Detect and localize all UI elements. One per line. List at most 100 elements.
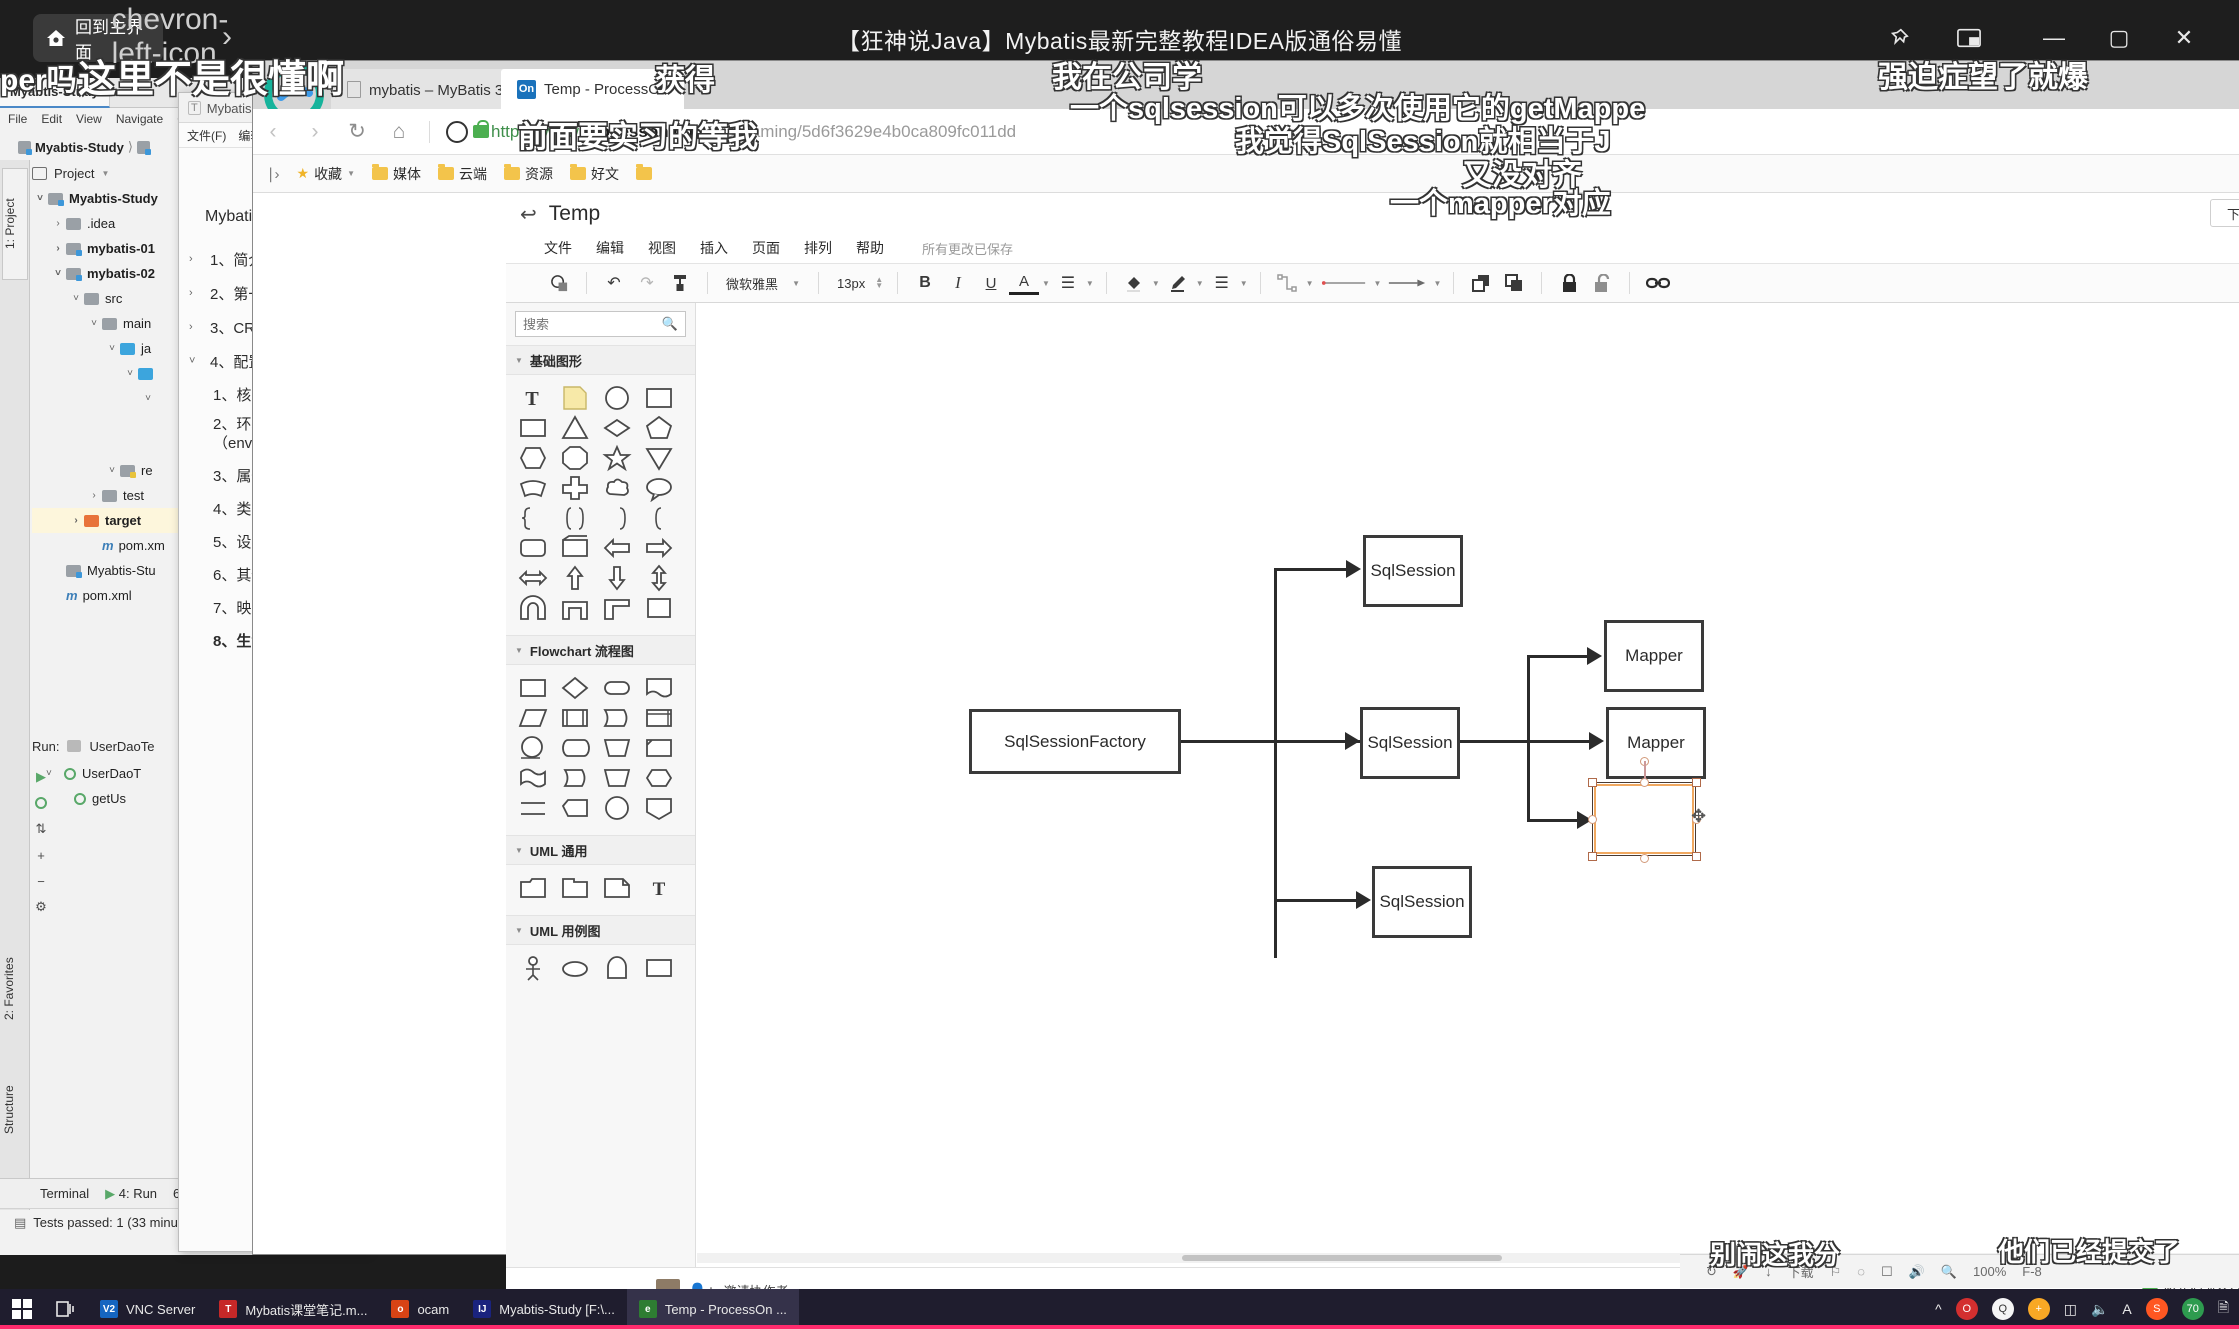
chevron-down-icon-conn[interactable]: ▼ — [1306, 279, 1314, 288]
diagram-node-factory[interactable]: SqlSessionFactory — [969, 709, 1181, 774]
diagram-node-mapper1[interactable]: Mapper — [1604, 620, 1704, 692]
zoom-level[interactable]: 100% — [1973, 1264, 2006, 1279]
shape-text2-icon[interactable]: T — [638, 873, 680, 903]
shape-rect2-icon[interactable] — [512, 413, 554, 443]
search-icon-status[interactable]: 🔍 — [1941, 1264, 1957, 1280]
bookmark-articles[interactable]: 好文 — [564, 161, 625, 187]
taskbar-item[interactable]: IJ Myabtis-Study [F:\... — [461, 1289, 627, 1329]
twisty-icon[interactable]: ˅ — [140, 393, 156, 404]
twisty-icon[interactable]: › — [50, 243, 66, 254]
notification-icon[interactable]: 🗎 — [2218, 1297, 2229, 1321]
back-arrow-icon[interactable]: ↩ — [520, 202, 537, 227]
taskbar-item[interactable]: e Temp - ProcessOn ... — [626, 1289, 799, 1329]
shape-note2-icon[interactable] — [596, 873, 638, 903]
task-view-icon[interactable] — [44, 1289, 88, 1329]
bookmark-extra[interactable] — [630, 164, 658, 183]
undo-icon[interactable]: ↶ — [599, 268, 629, 298]
shape-delay-icon[interactable] — [554, 763, 596, 793]
twisty-icon[interactable]: › — [50, 218, 66, 229]
bookmark-cloud[interactable]: 云端 — [432, 161, 493, 187]
resize-handle-se[interactable] — [1692, 852, 1701, 861]
redo-icon[interactable]: ↷ — [632, 268, 662, 298]
library-section-header[interactable]: ▼ UML 通用 — [506, 835, 695, 865]
twisty-icon[interactable]: › — [189, 321, 203, 333]
taskbar-item[interactable]: T Mybatis课堂笔记.m... — [207, 1289, 379, 1329]
shape-callout-icon[interactable] — [638, 473, 680, 503]
shape-or-icon[interactable] — [596, 793, 638, 823]
po-menu-view[interactable]: 视图 — [648, 238, 676, 258]
chevron-down-icon[interactable]: ▼ — [101, 169, 109, 178]
bring-to-front-icon[interactable] — [1466, 268, 1496, 298]
po-menu-insert[interactable]: 插入 — [700, 238, 728, 258]
po-menu-page[interactable]: 页面 — [752, 238, 780, 258]
twisty-icon[interactable]: › — [86, 490, 102, 501]
site-identity[interactable] — [446, 120, 489, 143]
shape-arrow-down-icon[interactable] — [596, 563, 638, 593]
chevron-down-icon-bm[interactable]: ▼ — [347, 169, 355, 178]
shape-direct-access-icon[interactable] — [554, 733, 596, 763]
shape-trapezoid-icon[interactable] — [596, 763, 638, 793]
underline-button[interactable]: U — [976, 268, 1006, 298]
shape-connector-icon[interactable] — [512, 733, 554, 763]
shape-arc-icon[interactable] — [512, 473, 554, 503]
shape-arrow-left-icon[interactable] — [596, 533, 638, 563]
twisty-icon[interactable]: › — [189, 253, 203, 265]
shape-predefined-icon[interactable] — [554, 703, 596, 733]
link-icon[interactable] — [1642, 268, 1674, 298]
shape-pentagon-icon[interactable] — [638, 413, 680, 443]
font-family-select[interactable]: 微软雅黑 ▼ — [720, 270, 806, 296]
twisty-icon[interactable]: ˅ — [104, 465, 120, 476]
po-menu-arrange[interactable]: 排列 — [804, 238, 832, 258]
shape-cross-icon[interactable] — [554, 473, 596, 503]
shape-process-icon[interactable] — [512, 673, 554, 703]
shape-actor-icon[interactable] — [512, 953, 554, 983]
library-section-header[interactable]: ▼ 基础图形 — [506, 345, 695, 375]
resize-handle-w[interactable] — [1588, 815, 1597, 824]
shape-document-icon[interactable] — [638, 673, 680, 703]
twisty-icon[interactable]: ˅ — [104, 343, 120, 354]
speaker-icon-status[interactable]: 🔊 — [1909, 1264, 1925, 1280]
resize-handle-sw[interactable] — [1588, 852, 1597, 861]
lock-icon-toolbar[interactable] — [1554, 268, 1584, 298]
diagram-node-mapper2[interactable]: Mapper — [1606, 707, 1706, 779]
shape-package2-icon[interactable] — [554, 873, 596, 903]
paint-roller-icon[interactable] — [665, 268, 695, 298]
settings-button[interactable]: ⚙ — [28, 894, 54, 920]
shape-brace-pair-icon[interactable] — [554, 503, 596, 533]
taskbar-item[interactable]: o ocam — [379, 1289, 461, 1329]
twisty-icon[interactable]: ˅ — [86, 318, 102, 329]
shape-card-icon[interactable] — [554, 533, 596, 563]
shape-ellipse-icon[interactable] — [554, 953, 596, 983]
qq-icon[interactable]: Q — [1991, 1298, 2014, 1320]
shape-cloud-icon[interactable] — [596, 473, 638, 503]
opera-icon[interactable]: O — [1955, 1298, 1978, 1320]
shape-text-icon[interactable]: T — [512, 383, 554, 413]
resize-handle-n[interactable] — [1640, 778, 1649, 787]
chevron-down-icon-arrow[interactable]: ▼ — [1433, 279, 1441, 288]
flag-icon-status[interactable]: ⚐ — [1830, 1264, 1842, 1280]
shape-wave-icon[interactable] — [512, 763, 554, 793]
po-menu-file[interactable]: 文件 — [544, 238, 572, 258]
taskbar-item[interactable]: V2 VNC Server — [88, 1289, 207, 1329]
nav-back-icon[interactable]: ‹ — [253, 112, 293, 152]
shape-note-icon[interactable] — [554, 383, 596, 413]
text-color-button[interactable]: A — [1009, 271, 1039, 295]
shape-arrow-right-icon[interactable] — [638, 533, 680, 563]
resize-handle-s[interactable] — [1640, 854, 1649, 863]
chevron-down-icon-line[interactable]: ▼ — [1196, 279, 1204, 288]
shape-data-icon[interactable] — [512, 703, 554, 733]
ide-menu-navigate[interactable]: Navigate — [116, 112, 163, 126]
chevron-down-icon-lines[interactable]: ▼ — [1374, 279, 1382, 288]
shape-oval-icon[interactable] — [596, 953, 638, 983]
expand-button[interactable]: + — [28, 842, 54, 868]
shape-preparation-icon[interactable] — [638, 703, 680, 733]
shape-rect3-icon[interactable] — [638, 953, 680, 983]
minimize-button[interactable]: — — [2030, 14, 2078, 62]
windows-icon[interactable] — [0, 1289, 44, 1329]
chevron-down-icon-sec[interactable]: ▼ — [515, 926, 523, 935]
player-forward-button[interactable]: › — [207, 12, 247, 62]
italic-button[interactable]: I — [943, 268, 973, 298]
chevron-down-icon-list[interactable]: ▼ — [1240, 279, 1248, 288]
copy-icon-status[interactable]: ☐ — [1881, 1264, 1893, 1280]
collapse-button[interactable]: − — [28, 868, 54, 894]
